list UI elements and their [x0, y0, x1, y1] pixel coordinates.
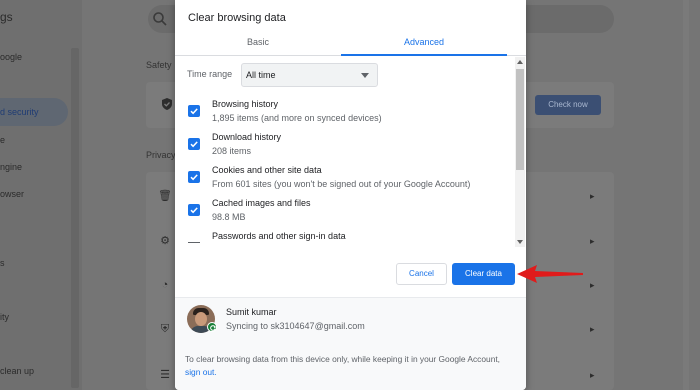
sidebar-item-google: oogle — [0, 52, 23, 62]
user-name: Sumit kumar — [226, 307, 277, 317]
sidebar-item-search-engine: ngine — [0, 162, 23, 172]
sidebar-scrollbar — [71, 48, 79, 388]
check-now-button: Check now — [535, 95, 601, 115]
option-title: Cookies and other site data — [212, 165, 322, 175]
scrollbar-thumb[interactable] — [516, 69, 524, 170]
checkbox-cookies[interactable] — [188, 171, 200, 183]
search-icon — [153, 12, 167, 26]
option-description: 208 items — [212, 146, 252, 156]
chevron-right-icon: ▸ — [590, 191, 595, 201]
sidebar-item-appearance: e — [0, 135, 6, 145]
checkbox-download-history[interactable] — [188, 138, 200, 150]
scroll-down-arrow-icon[interactable] — [517, 240, 523, 244]
sync-icon — [207, 322, 217, 332]
cancel-button[interactable]: Cancel — [396, 263, 447, 285]
sidebar-title: gs — [0, 10, 13, 24]
dropdown-caret-icon — [361, 73, 369, 78]
option-download-history[interactable]: Download history 208 items — [175, 132, 515, 165]
footer-note-text: To clear browsing data from this device … — [185, 354, 500, 364]
shield-icon: ⛨ — [160, 323, 170, 335]
checkbox-browsing-history[interactable] — [188, 105, 200, 117]
checkmark-icon — [190, 174, 198, 181]
time-range-label: Time range — [187, 69, 233, 79]
chevron-right-icon: ▸ — [590, 280, 595, 290]
sidebar-item-cleanup: clean up — [0, 366, 35, 376]
safety-check-heading: Safety — [146, 60, 172, 70]
option-title: Passwords and other sign-in data — [212, 231, 346, 241]
checkmark-icon — [190, 141, 198, 148]
page-scrollbar — [683, 0, 689, 390]
sync-status: Syncing to sk3104647@gmail.com — [226, 321, 365, 331]
sidebar-item-accessibility: ity — [0, 312, 9, 322]
footer-note: To clear browsing data from this device … — [185, 353, 505, 379]
option-browsing-history[interactable]: Browsing history 1,895 items (and more o… — [175, 99, 515, 132]
scroll-up-arrow-icon[interactable] — [517, 60, 523, 64]
tab-basic[interactable]: Basic — [175, 32, 341, 56]
dialog-title: Clear browsing data — [188, 12, 286, 24]
annotation-arrow-icon — [517, 265, 583, 283]
tab-advanced[interactable]: Advanced — [341, 32, 507, 56]
clear-data-button[interactable]: Clear data — [452, 263, 515, 285]
clear-browsing-data-dialog: Clear browsing data Basic Advanced Time … — [175, 0, 526, 390]
sidebar-item-privacy-security: d security — [0, 107, 39, 117]
option-title: Download history — [212, 132, 282, 142]
option-description: From 601 sites (you won't be signed out … — [212, 179, 471, 189]
chevron-right-icon: ▸ — [590, 324, 595, 334]
option-cached-images[interactable]: Cached images and files 98.8 MB — [175, 198, 515, 231]
option-passwords[interactable]: Passwords and other sign-in data — [175, 231, 515, 247]
sign-out-link[interactable]: sign out. — [185, 367, 217, 377]
cookie-icon: ◔ — [161, 279, 169, 291]
option-description: 1,895 items (and more on synced devices) — [212, 113, 382, 123]
dialog-footer: Sumit kumar Syncing to sk3104647@gmail.c… — [175, 297, 526, 390]
sidebar-item-downloads: s — [0, 258, 5, 268]
time-range-select[interactable]: All time — [241, 63, 378, 87]
checkbox-cached-images[interactable] — [188, 204, 200, 216]
chevron-right-icon: ▸ — [590, 370, 595, 380]
time-range-value: All time — [246, 70, 276, 80]
option-cookies[interactable]: Cookies and other site data From 601 sit… — [175, 165, 515, 198]
trash-icon: 🗑 — [158, 190, 172, 202]
sidebar-item-default-browser: owser — [0, 189, 25, 199]
avatar-face — [195, 312, 207, 326]
dialog-options-list: Time range All time Browsing history 1,8… — [175, 57, 526, 247]
options-scrollbar[interactable] — [515, 57, 525, 247]
sliders-icon: ☰ — [160, 369, 170, 381]
chevron-right-icon: ▸ — [590, 236, 595, 246]
option-title: Browsing history — [212, 99, 279, 109]
checkmark-icon — [190, 108, 198, 115]
checkbox-passwords[interactable] — [188, 242, 200, 245]
settings-sidebar: gs oogle d security e ngine owser s ity … — [0, 0, 82, 390]
option-description: 98.8 MB — [212, 212, 246, 222]
privacy-heading: Privacy — [146, 150, 176, 160]
dialog-tabs: Basic Advanced — [175, 32, 526, 56]
option-title: Cached images and files — [212, 198, 311, 208]
checkmark-icon — [190, 207, 198, 214]
shield-check-icon — [162, 98, 172, 110]
gear-icon: ⚙ — [160, 235, 170, 247]
